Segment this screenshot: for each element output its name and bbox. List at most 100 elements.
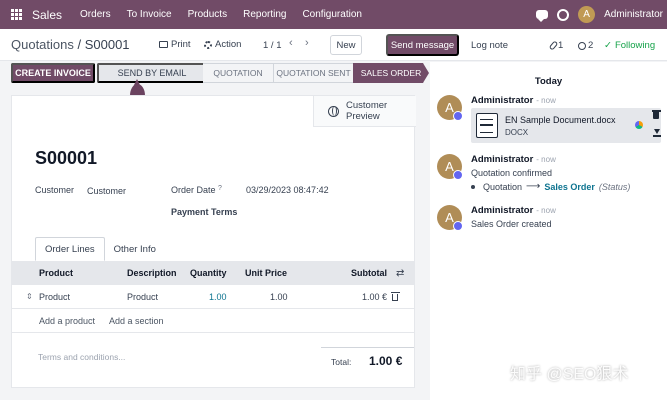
- log-note-button[interactable]: Log note: [471, 40, 508, 51]
- stage-sales-order[interactable]: SALES ORDER: [353, 63, 429, 83]
- add-section-link[interactable]: Add a section: [109, 316, 164, 326]
- bullet-icon: [471, 184, 475, 189]
- breadcrumb-current: S00001: [84, 37, 130, 52]
- terms-and-conditions-field[interactable]: Terms and conditions...: [38, 352, 125, 362]
- add-line-row: Add a product Add a section: [12, 309, 414, 333]
- tab-order-lines[interactable]: Order Lines: [35, 237, 105, 261]
- tracking-value: Quotation ⟶ Sales Order (Status): [471, 181, 630, 192]
- print-label: Print: [171, 39, 191, 50]
- order-lines-header: Product Description Quantity Unit Price …: [12, 261, 414, 285]
- activity-clock-icon[interactable]: [557, 8, 570, 21]
- author-avatar[interactable]: A: [437, 205, 463, 231]
- arrow-right-icon: ⟶: [526, 181, 541, 192]
- globe-icon: [328, 106, 339, 117]
- line-subtotal: 1.00 €: [362, 292, 388, 302]
- menu-orders[interactable]: Orders: [80, 9, 111, 20]
- delete-attachment-icon[interactable]: [651, 110, 661, 119]
- following-button[interactable]: ✓ Following: [604, 40, 655, 51]
- chatter-message: A Administrator - now EN Sample Document.…: [437, 95, 662, 150]
- chatter-message: A Administrator - now Quotation confirmed…: [437, 154, 662, 199]
- order-date-field[interactable]: 03/29/2023 08:47:42: [246, 185, 329, 195]
- tracking-old-value: Quotation: [483, 181, 523, 192]
- send-by-email-button[interactable]: SEND BY EMAIL: [97, 63, 207, 83]
- attachments-button[interactable]: 1: [548, 40, 564, 51]
- payment-terms-label: Payment Terms: [171, 207, 238, 217]
- trash-icon[interactable]: [391, 292, 400, 301]
- attachment-name: EN Sample Document.docx: [505, 115, 616, 125]
- author-avatar[interactable]: A: [437, 95, 463, 121]
- create-invoice-button[interactable]: CREATE INVOICE: [11, 63, 95, 83]
- form-statusbar: CREATE INVOICE SEND BY EMAIL QUOTATION Q…: [11, 62, 429, 103]
- col-description[interactable]: Description: [127, 268, 177, 278]
- attachment-count: 1: [558, 40, 564, 51]
- col-subtotal[interactable]: Subtotal: [351, 268, 387, 278]
- message-body: Sales Order created: [471, 219, 552, 229]
- total-label: Total:: [331, 357, 352, 367]
- customer-preview-button[interactable]: Customer Preview: [313, 96, 416, 127]
- add-product-link[interactable]: Add a product: [39, 316, 95, 326]
- col-unit-price[interactable]: Unit Price: [245, 268, 287, 278]
- print-button[interactable]: Print: [159, 39, 191, 50]
- paperclip-icon: [548, 40, 559, 51]
- order-reference: S00001: [35, 148, 98, 168]
- col-product[interactable]: Product: [39, 268, 73, 278]
- tracking-field-name: (Status): [598, 181, 631, 192]
- printer-icon: [159, 41, 168, 48]
- customer-preview-label: Customer Preview: [346, 100, 388, 122]
- menu-to-invoice[interactable]: To Invoice: [127, 9, 172, 20]
- user-avatar[interactable]: A: [578, 6, 596, 23]
- notebook-tabs: Order Lines Other Info: [35, 237, 165, 262]
- attachment-type: DOCX: [505, 128, 529, 137]
- message-author[interactable]: Administrator - now: [471, 95, 556, 106]
- share-icon[interactable]: [635, 121, 643, 129]
- message-author[interactable]: Administrator - now: [471, 154, 556, 165]
- customer-label: Customer: [35, 185, 75, 195]
- menu-products[interactable]: Products: [188, 9, 227, 20]
- help-icon[interactable]: ?: [218, 185, 222, 192]
- message-time: - now: [536, 96, 556, 105]
- pager-next-icon[interactable]: ›: [305, 37, 309, 49]
- optional-columns-icon[interactable]: ⇄: [396, 268, 404, 279]
- breadcrumb: Quotations / S00001: [11, 37, 130, 52]
- download-icon[interactable]: [653, 129, 661, 137]
- tab-other-info[interactable]: Other Info: [105, 237, 165, 261]
- app-name[interactable]: Sales: [32, 8, 62, 22]
- pager-value[interactable]: 1 / 1: [263, 40, 282, 51]
- systray: A Administrator: [536, 0, 663, 29]
- line-description[interactable]: Product: [127, 292, 158, 302]
- follower-count: 2: [588, 40, 594, 51]
- following-label: Following: [614, 40, 656, 51]
- send-message-button[interactable]: Send message: [386, 34, 459, 56]
- message-author[interactable]: Administrator - now: [471, 205, 556, 216]
- messaging-icon[interactable]: [536, 10, 549, 22]
- watermark-text: 知乎 @SEO狠术: [510, 366, 629, 383]
- author-avatar[interactable]: A: [437, 154, 463, 180]
- pager-previous-icon[interactable]: ‹: [289, 37, 293, 49]
- order-date-label: Order Date ?: [171, 185, 222, 195]
- line-product[interactable]: Product: [39, 292, 70, 302]
- line-unit-price[interactable]: 1.00: [270, 292, 288, 302]
- message-time: - now: [536, 155, 556, 164]
- total-value: 1.00 €: [369, 354, 403, 368]
- totals-box: Total: 1.00 €: [321, 347, 414, 373]
- stage-quotation[interactable]: QUOTATION: [203, 63, 273, 83]
- action-label: Action: [215, 39, 242, 50]
- stage-quotation-sent[interactable]: QUOTATION SENT: [273, 63, 353, 83]
- customer-field[interactable]: Customer: [87, 186, 126, 196]
- user-name[interactable]: Administrator: [604, 9, 663, 20]
- menu-reporting[interactable]: Reporting: [243, 9, 286, 20]
- table-row[interactable]: ⇕ Product Product 1.00 1.00 1.00 €: [12, 285, 414, 309]
- apps-menu-icon[interactable]: [11, 9, 22, 20]
- followers-button[interactable]: 2: [578, 40, 593, 51]
- menu-configuration[interactable]: Configuration: [302, 9, 361, 20]
- top-navbar: Sales Orders To Invoice Products Reporti…: [0, 0, 667, 29]
- new-button[interactable]: New: [330, 35, 362, 55]
- breadcrumb-quotations[interactable]: Quotations: [11, 37, 74, 52]
- message-body: Quotation confirmed: [471, 168, 553, 178]
- col-quantity[interactable]: Quantity: [190, 268, 227, 278]
- control-panel: Quotations / S00001 Print Action 1 / 1 ‹…: [0, 29, 667, 61]
- drag-handle-icon[interactable]: ⇕: [26, 292, 33, 301]
- attachment-card[interactable]: EN Sample Document.docx DOCX: [471, 108, 661, 143]
- line-quantity[interactable]: 1.00: [209, 292, 227, 302]
- action-button[interactable]: Action: [204, 39, 241, 50]
